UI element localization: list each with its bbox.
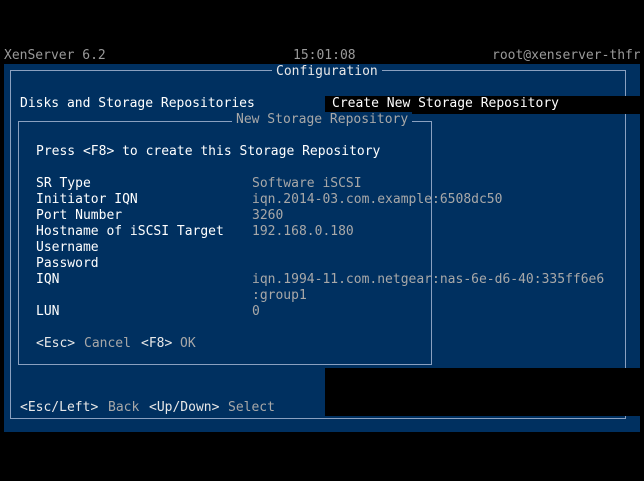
right-detail-area (325, 368, 640, 416)
field-value-initiator-iqn: iqn.2014-03.com.example:6508dc50 (252, 192, 503, 207)
field-value-port: 3260 (252, 208, 284, 223)
field-value-hostname: 192.168.0.180 (252, 224, 354, 239)
menu-item-disks[interactable]: Disks and Storage Repositories (20, 96, 255, 112)
back-key[interactable]: <Esc/Left> (20, 400, 98, 416)
field-label-lun: LUN (36, 304, 60, 319)
field-label-hostname: Hostname of iSCSI Target (36, 224, 224, 239)
product-name: XenServer 6.2 (4, 48, 106, 63)
field-label-port: Port Number (36, 208, 123, 223)
cancel-key[interactable]: <Esc> (36, 336, 75, 352)
configuration-title: Configuration (272, 64, 382, 80)
field-value-sr-type: Software iSCSI (252, 176, 362, 191)
console-edge (640, 0, 644, 481)
select-key[interactable]: <Up/Down> (149, 400, 219, 416)
clock: 15:01:08 (293, 48, 356, 63)
field-value-iqn: iqn.1994-11.com.netgear:nas-6e-d6-40:335… (252, 272, 605, 287)
field-label-password: Password (36, 256, 99, 271)
dialog-instruction: Press <F8> to create this Storage Reposi… (36, 144, 381, 159)
host-user: root@xenserver-thfr (492, 48, 641, 63)
ok-key[interactable]: <F8> (141, 336, 172, 352)
back-label[interactable]: Back (108, 400, 139, 416)
field-label-username: Username (36, 240, 99, 255)
ok-button[interactable]: OK (180, 336, 196, 352)
cancel-button[interactable]: Cancel (84, 336, 131, 352)
status-bar: XenServer 6.2 15:01:08 root@xenserver-th… (0, 48, 644, 64)
field-value-lun: 0 (252, 304, 260, 319)
field-label-sr-type: SR Type (36, 176, 91, 191)
field-label-iqn: IQN (36, 272, 60, 287)
console-screen: XenServer 6.2 15:01:08 root@xenserver-th… (0, 0, 644, 481)
field-value-iqn-continued: :group1 (252, 288, 307, 303)
dialog-title: New Storage Repository (232, 112, 413, 128)
right-panel-title: Create New Storage Repository (332, 96, 559, 111)
select-label[interactable]: Select (228, 400, 275, 416)
field-label-initiator-iqn: Initiator IQN (36, 192, 138, 207)
